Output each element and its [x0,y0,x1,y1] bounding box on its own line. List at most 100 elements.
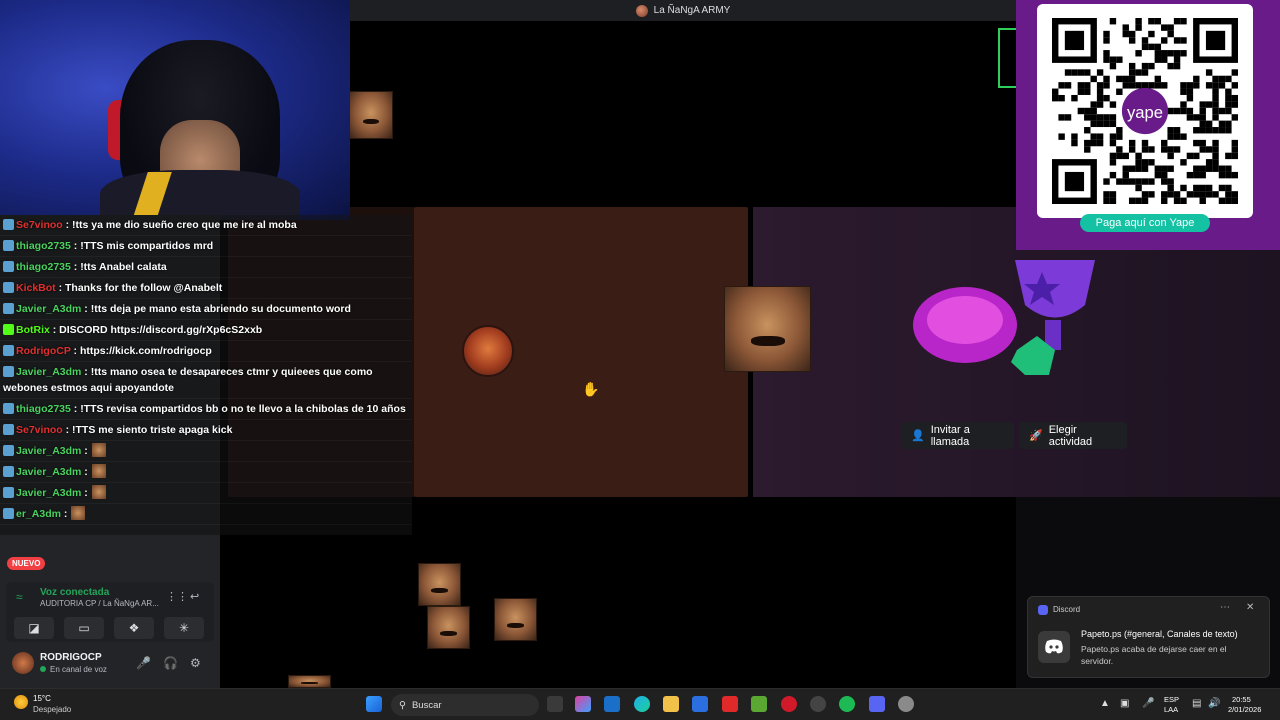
store-icon[interactable] [692,696,708,712]
qr-module [1109,56,1117,63]
add-user-icon: 👤 [911,430,925,442]
qr-module [1135,159,1142,166]
qr-module [1199,171,1206,179]
qr-module [1128,62,1136,70]
settings-taskbar-icon[interactable] [898,696,914,712]
qr-module [1122,171,1129,179]
chat-emote [71,506,86,520]
search-box[interactable]: ⚲ Buscar [391,694,539,716]
qr-module [1225,197,1232,204]
qr-module [1096,114,1104,121]
user-avatar[interactable] [12,652,34,674]
qr-module [1218,120,1226,128]
clock-date[interactable]: 2/01/2026 [1228,705,1261,714]
settings-icon[interactable]: ⚙ [190,656,201,670]
screen-share-button[interactable]: ▭ [64,617,104,639]
activities-button[interactable]: ❖ [114,617,154,639]
qr-module [1090,75,1097,83]
chat-badge-icon [3,508,14,519]
qr-module [1141,191,1149,198]
chat-username: Javier_A3dm [16,445,82,457]
user-panel[interactable]: RODRIGOCP En canal de voz 🎤 🎧 ⚙ [6,648,214,684]
choose-activity-button[interactable]: 🚀 Elegir actividad [1019,422,1127,449]
clock-time[interactable]: 20:55 [1232,695,1251,704]
qr-module [1173,191,1181,198]
qr-module [1103,56,1110,63]
mic-tray-icon[interactable]: 🎤 [1142,698,1154,709]
qr-module [1103,114,1110,121]
qr-module [1167,107,1174,115]
chat-message: thiago2735 : !TTS revisa compartidos bb … [0,399,412,420]
minecraft-icon[interactable] [751,696,767,712]
invite-to-call-button[interactable]: 👤 Invitar a llamada [901,422,1014,449]
toast-body: Papeto.ps acaba de dejarse caer en el se… [1081,644,1227,666]
qr-module [1161,178,1168,185]
discord-taskbar-icon[interactable] [869,696,885,712]
qr-module [1225,171,1232,179]
qr-module [1173,107,1181,115]
qr-module [1161,56,1168,63]
window-icon[interactable] [604,696,620,712]
qr-module [1212,127,1219,134]
notification-toast[interactable]: Discord ⋯ ✕ Papeto.ps (#general, Canales… [1027,596,1270,678]
chat-text: : !tts Anabel calata [70,261,167,273]
qr-module [1122,30,1129,38]
voice-channel[interactable]: AUDITORIA CP / La ÑaNgA AR... [40,599,159,608]
qr-module [1180,133,1187,140]
file-explorer-icon[interactable] [663,696,679,712]
camera-off-button[interactable]: ◪ [14,617,54,639]
qr-module [1154,82,1162,89]
chat-username: Se7vinoo [16,219,63,231]
edge-icon[interactable] [634,696,650,712]
voice-status[interactable]: Voz conectada [40,587,109,598]
qr-module [1109,101,1117,108]
qr-module [1199,101,1206,108]
qr-module [1212,159,1219,166]
qr-module [1167,127,1174,134]
chevron-up-icon[interactable]: ▲ [1100,698,1110,709]
close-icon[interactable]: ✕ [1246,602,1254,613]
chat-username: Se7vinoo [16,424,63,436]
copilot-icon[interactable] [575,696,591,712]
weather-temp[interactable]: 15°C [33,694,51,703]
lang-top[interactable]: ESP [1164,695,1179,704]
qr-module [1180,101,1187,108]
microphone-icon[interactable]: 🎤 [136,656,151,670]
weather-icon[interactable] [14,695,28,709]
noise-suppression-icon[interactable]: ⋮⋮ [166,590,188,603]
qr-module [1096,139,1104,147]
volume-icon[interactable]: 🔊 [1208,698,1220,709]
chat-emote [91,443,106,457]
qr-module [1154,18,1162,25]
signal-icon[interactable]: ≈ [16,590,30,604]
webcam-feed [0,0,350,220]
weather-desc[interactable]: Despejado [33,705,71,714]
qr-module [1103,50,1110,57]
chat-message: thiago2735 : !TTS mis compartidos mrd [0,236,412,257]
qr-module [1218,184,1226,192]
more-icon[interactable]: ⋯ [1220,602,1230,613]
lang-bottom[interactable]: LAA [1164,705,1178,714]
qr-module [1141,62,1149,70]
network-icon[interactable]: ▤ [1192,698,1201,709]
qr-module [1141,178,1149,185]
chat-message: KickBot : Thanks for the follow @Anabelt [0,278,412,299]
qr-module [1148,146,1155,153]
tray-app-icon[interactable]: ▣ [1120,698,1129,709]
qr-module [1199,127,1206,134]
qr-module [1205,146,1213,153]
headphones-icon[interactable]: 🎧 [163,656,178,670]
opera-icon[interactable] [781,696,797,712]
disconnect-icon[interactable]: ↩ [190,590,199,603]
steam-icon[interactable] [810,696,826,712]
new-badge[interactable]: NUEVO [7,557,46,570]
start-icon[interactable] [366,696,382,712]
qr-module [1128,37,1136,44]
qr-module [1128,30,1136,38]
spotify-icon[interactable] [839,696,855,712]
task-view-icon[interactable] [547,696,563,712]
wps-icon[interactable] [722,696,738,712]
qr-module [1109,191,1117,198]
soundboard-button[interactable]: ✳ [164,617,204,639]
qr-module [1128,146,1136,153]
